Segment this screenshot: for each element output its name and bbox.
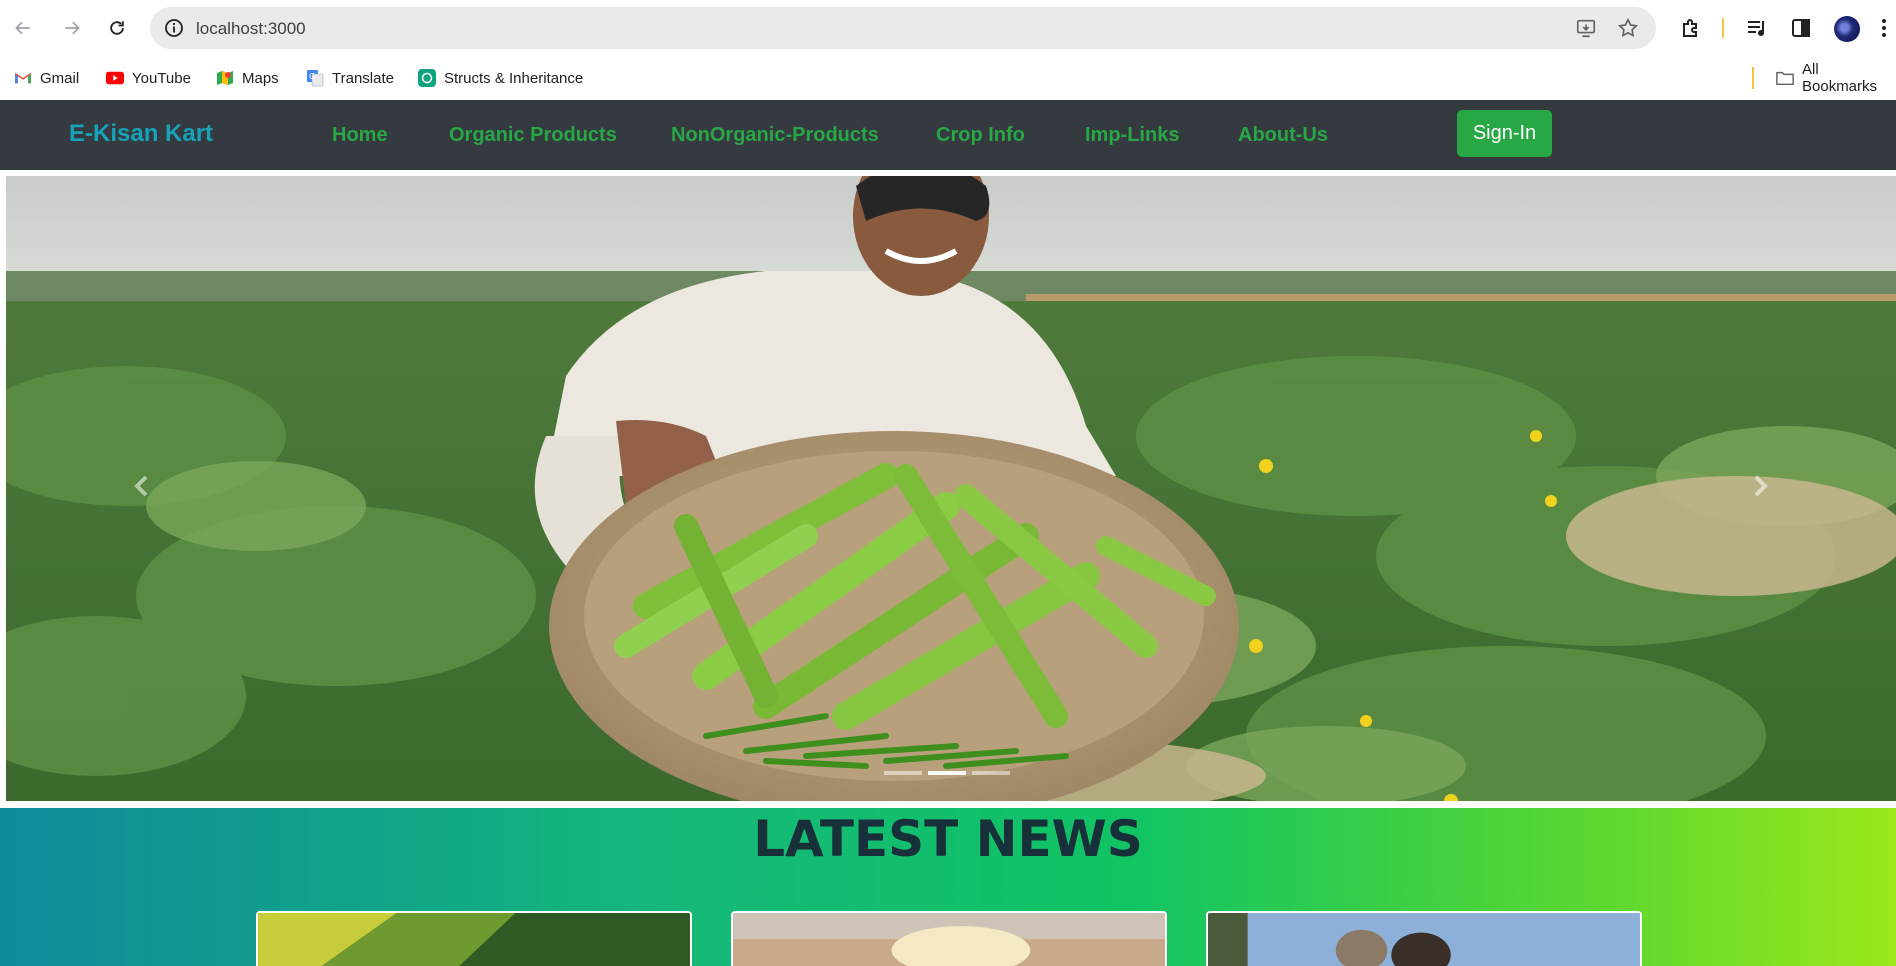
nav-organic-products[interactable]: Organic Products	[449, 124, 617, 147]
bookmark-youtube[interactable]: YouTube	[106, 66, 191, 90]
bookmarks-divider	[1752, 67, 1754, 89]
all-bookmarks-button[interactable]: All Bookmarks	[1776, 61, 1896, 95]
bookmark-gmail[interactable]: Gmail	[14, 66, 79, 90]
kebab-menu-icon[interactable]	[1878, 16, 1890, 40]
folder-icon	[1776, 69, 1794, 87]
bookmark-label: Structs & Inheritance	[444, 69, 584, 87]
nav-crop-info[interactable]: Crop Info	[936, 124, 1025, 147]
latest-news-title: LATEST NEWS	[753, 810, 1143, 868]
bookmark-label: Translate	[332, 69, 394, 87]
chevron-right-icon	[1754, 475, 1768, 497]
address-bar[interactable]: localhost:3000	[150, 7, 1656, 49]
side-panel-icon[interactable]	[1789, 16, 1813, 40]
bookmark-star-icon[interactable]	[1617, 17, 1639, 39]
news-card[interactable]	[1206, 911, 1642, 966]
news-card[interactable]	[256, 911, 692, 966]
chevron-left-icon	[134, 475, 148, 497]
toolbar-divider	[1722, 18, 1724, 38]
hero-carousel	[6, 176, 1896, 801]
news-card-image	[733, 913, 1165, 966]
forward-arrow-icon[interactable]	[58, 14, 86, 42]
bookmark-maps[interactable]: Maps	[216, 66, 279, 90]
sign-in-button[interactable]: Sign-In	[1457, 110, 1552, 157]
latest-news-section: LATEST NEWS	[0, 808, 1896, 966]
all-bookmarks-label: All Bookmarks	[1802, 61, 1878, 95]
browser-toolbar: localhost:3000	[0, 0, 1896, 58]
nav-nonorganic-products[interactable]: NonOrganic-Products	[671, 124, 879, 147]
news-card-image	[258, 913, 690, 966]
gmail-icon	[14, 69, 32, 87]
svg-text:G: G	[309, 72, 315, 81]
site-navbar: E-Kisan Kart Home Organic Products NonOr…	[0, 100, 1896, 170]
carousel-next-button[interactable]	[1730, 456, 1790, 516]
news-card-image	[1208, 913, 1640, 966]
bookmark-label: Gmail	[40, 69, 80, 87]
brand-logo[interactable]: E-Kisan Kart	[69, 120, 213, 148]
carousel-indicators	[884, 771, 1010, 775]
media-controls-icon[interactable]	[1745, 16, 1769, 40]
profile-avatar[interactable]	[1834, 16, 1860, 42]
bookmark-label: Maps	[242, 69, 279, 87]
bookmark-structs[interactable]: Structs & Inheritance	[418, 66, 583, 90]
hero-slide-image	[6, 176, 1896, 801]
carousel-indicator[interactable]	[972, 771, 1010, 775]
nav-imp-links[interactable]: Imp-Links	[1085, 124, 1179, 147]
url-text[interactable]: localhost:3000	[196, 19, 306, 39]
bookmarks-bar: Gmail YouTube Maps G Translate Structs &…	[0, 58, 1896, 98]
carousel-indicator-active[interactable]	[928, 771, 966, 775]
carousel-prev-button[interactable]	[112, 456, 172, 516]
reload-icon[interactable]	[103, 14, 131, 42]
maps-icon	[216, 69, 234, 87]
site-info-icon[interactable]	[164, 18, 184, 38]
nav-about-us[interactable]: About-Us	[1238, 124, 1328, 147]
back-arrow-icon[interactable]	[9, 14, 37, 42]
news-card[interactable]	[731, 911, 1167, 966]
install-app-icon[interactable]	[1575, 17, 1597, 39]
translate-icon: G	[306, 69, 324, 87]
youtube-icon	[106, 69, 124, 87]
bookmark-label: YouTube	[132, 69, 191, 87]
carousel-indicator[interactable]	[884, 771, 922, 775]
extensions-icon[interactable]	[1679, 16, 1703, 40]
nav-home[interactable]: Home	[332, 124, 388, 147]
bookmark-translate[interactable]: G Translate	[306, 66, 394, 90]
chatgpt-icon	[418, 69, 436, 87]
